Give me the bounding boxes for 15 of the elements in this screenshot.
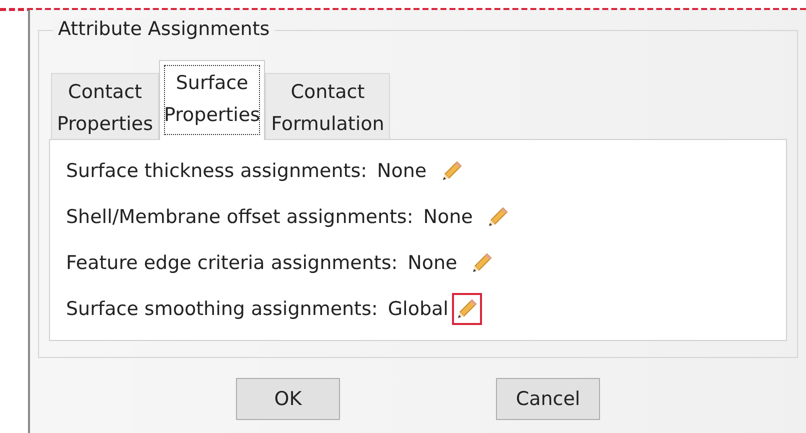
assignment-value: None bbox=[377, 160, 427, 182]
ok-button[interactable]: OK bbox=[236, 378, 340, 420]
assignment-label: Shell/Membrane offset assignments: bbox=[66, 206, 414, 228]
tab[interactable]: Contact Properties bbox=[51, 73, 160, 139]
cancel-button[interactable]: Cancel bbox=[496, 378, 600, 420]
assignment-value: None bbox=[408, 252, 458, 274]
assignment-value: Global bbox=[388, 298, 448, 320]
tab[interactable]: Surface Properties bbox=[159, 60, 266, 140]
assignment-label: Surface thickness assignments: bbox=[66, 160, 368, 182]
assignment-label: Feature edge criteria assignments: bbox=[66, 252, 398, 274]
assignment-value: None bbox=[423, 206, 473, 228]
tab[interactable]: Contact Formulation bbox=[265, 73, 390, 139]
group-title: Attribute Assignments bbox=[53, 18, 275, 40]
pencil-icon[interactable] bbox=[452, 293, 482, 325]
assignment-label: Surface smoothing assignments: bbox=[66, 298, 378, 320]
